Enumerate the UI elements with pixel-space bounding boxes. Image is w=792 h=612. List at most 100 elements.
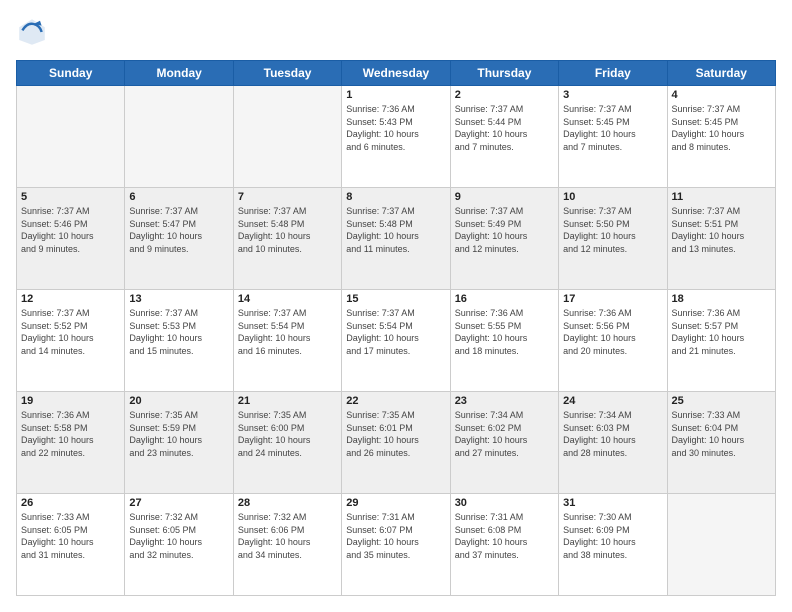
day-info: Sunrise: 7:35 AM Sunset: 6:00 PM Dayligh… (238, 409, 337, 459)
day-number: 23 (455, 395, 554, 407)
day-info: Sunrise: 7:37 AM Sunset: 5:54 PM Dayligh… (346, 307, 445, 357)
day-number: 16 (455, 293, 554, 305)
calendar-cell: 4 Sunrise: 7:37 AM Sunset: 5:45 PM Daylig… (667, 86, 775, 188)
day-number: 11 (672, 191, 771, 203)
day-info: Sunrise: 7:37 AM Sunset: 5:45 PM Dayligh… (563, 103, 662, 153)
day-number: 25 (672, 395, 771, 407)
calendar-cell: 1 Sunrise: 7:36 AM Sunset: 5:43 PM Daylig… (342, 86, 450, 188)
day-info: Sunrise: 7:37 AM Sunset: 5:52 PM Dayligh… (21, 307, 120, 357)
weekday-header-wednesday: Wednesday (342, 61, 450, 86)
day-number: 29 (346, 497, 445, 509)
weekday-header-thursday: Thursday (450, 61, 558, 86)
day-info: Sunrise: 7:37 AM Sunset: 5:47 PM Dayligh… (129, 205, 228, 255)
day-number: 7 (238, 191, 337, 203)
day-info: Sunrise: 7:36 AM Sunset: 5:56 PM Dayligh… (563, 307, 662, 357)
day-number: 6 (129, 191, 228, 203)
day-info: Sunrise: 7:37 AM Sunset: 5:49 PM Dayligh… (455, 205, 554, 255)
day-info: Sunrise: 7:36 AM Sunset: 5:43 PM Dayligh… (346, 103, 445, 153)
day-number: 14 (238, 293, 337, 305)
calendar-page: SundayMondayTuesdayWednesdayThursdayFrid… (0, 0, 792, 612)
week-row-4: 26 Sunrise: 7:33 AM Sunset: 6:05 PM Dayli… (17, 494, 776, 596)
calendar-cell: 25 Sunrise: 7:33 AM Sunset: 6:04 PM Dayli… (667, 392, 775, 494)
calendar-cell (233, 86, 341, 188)
day-number: 1 (346, 89, 445, 101)
day-info: Sunrise: 7:37 AM Sunset: 5:48 PM Dayligh… (346, 205, 445, 255)
day-number: 13 (129, 293, 228, 305)
calendar-cell: 19 Sunrise: 7:36 AM Sunset: 5:58 PM Dayli… (17, 392, 125, 494)
calendar-cell: 5 Sunrise: 7:37 AM Sunset: 5:46 PM Daylig… (17, 188, 125, 290)
calendar-cell: 26 Sunrise: 7:33 AM Sunset: 6:05 PM Dayli… (17, 494, 125, 596)
day-number: 2 (455, 89, 554, 101)
day-number: 27 (129, 497, 228, 509)
day-info: Sunrise: 7:37 AM Sunset: 5:54 PM Dayligh… (238, 307, 337, 357)
day-number: 22 (346, 395, 445, 407)
calendar-table: SundayMondayTuesdayWednesdayThursdayFrid… (16, 60, 776, 596)
day-info: Sunrise: 7:32 AM Sunset: 6:05 PM Dayligh… (129, 511, 228, 561)
week-row-3: 19 Sunrise: 7:36 AM Sunset: 5:58 PM Dayli… (17, 392, 776, 494)
header (16, 16, 776, 48)
calendar-cell: 24 Sunrise: 7:34 AM Sunset: 6:03 PM Dayli… (559, 392, 667, 494)
day-info: Sunrise: 7:35 AM Sunset: 6:01 PM Dayligh… (346, 409, 445, 459)
day-info: Sunrise: 7:36 AM Sunset: 5:57 PM Dayligh… (672, 307, 771, 357)
calendar-cell: 21 Sunrise: 7:35 AM Sunset: 6:00 PM Dayli… (233, 392, 341, 494)
week-row-0: 1 Sunrise: 7:36 AM Sunset: 5:43 PM Daylig… (17, 86, 776, 188)
day-info: Sunrise: 7:31 AM Sunset: 6:07 PM Dayligh… (346, 511, 445, 561)
day-number: 4 (672, 89, 771, 101)
day-number: 12 (21, 293, 120, 305)
day-info: Sunrise: 7:32 AM Sunset: 6:06 PM Dayligh… (238, 511, 337, 561)
day-number: 18 (672, 293, 771, 305)
weekday-header-row: SundayMondayTuesdayWednesdayThursdayFrid… (17, 61, 776, 86)
calendar-cell: 20 Sunrise: 7:35 AM Sunset: 5:59 PM Dayli… (125, 392, 233, 494)
calendar-cell: 10 Sunrise: 7:37 AM Sunset: 5:50 PM Dayli… (559, 188, 667, 290)
day-number: 24 (563, 395, 662, 407)
weekday-header-saturday: Saturday (667, 61, 775, 86)
day-info: Sunrise: 7:30 AM Sunset: 6:09 PM Dayligh… (563, 511, 662, 561)
week-row-2: 12 Sunrise: 7:37 AM Sunset: 5:52 PM Dayli… (17, 290, 776, 392)
day-number: 30 (455, 497, 554, 509)
day-info: Sunrise: 7:35 AM Sunset: 5:59 PM Dayligh… (129, 409, 228, 459)
day-info: Sunrise: 7:33 AM Sunset: 6:05 PM Dayligh… (21, 511, 120, 561)
calendar-cell: 16 Sunrise: 7:36 AM Sunset: 5:55 PM Dayli… (450, 290, 558, 392)
day-number: 31 (563, 497, 662, 509)
day-info: Sunrise: 7:36 AM Sunset: 5:55 PM Dayligh… (455, 307, 554, 357)
calendar-cell: 14 Sunrise: 7:37 AM Sunset: 5:54 PM Dayli… (233, 290, 341, 392)
calendar-cell (667, 494, 775, 596)
day-info: Sunrise: 7:34 AM Sunset: 6:02 PM Dayligh… (455, 409, 554, 459)
calendar-cell: 27 Sunrise: 7:32 AM Sunset: 6:05 PM Dayli… (125, 494, 233, 596)
day-info: Sunrise: 7:34 AM Sunset: 6:03 PM Dayligh… (563, 409, 662, 459)
calendar-cell: 7 Sunrise: 7:37 AM Sunset: 5:48 PM Daylig… (233, 188, 341, 290)
calendar-cell: 8 Sunrise: 7:37 AM Sunset: 5:48 PM Daylig… (342, 188, 450, 290)
weekday-header-friday: Friday (559, 61, 667, 86)
day-info: Sunrise: 7:37 AM Sunset: 5:45 PM Dayligh… (672, 103, 771, 153)
calendar-cell: 31 Sunrise: 7:30 AM Sunset: 6:09 PM Dayli… (559, 494, 667, 596)
day-info: Sunrise: 7:31 AM Sunset: 6:08 PM Dayligh… (455, 511, 554, 561)
day-number: 10 (563, 191, 662, 203)
day-number: 21 (238, 395, 337, 407)
day-number: 15 (346, 293, 445, 305)
calendar-cell: 18 Sunrise: 7:36 AM Sunset: 5:57 PM Dayli… (667, 290, 775, 392)
day-number: 28 (238, 497, 337, 509)
day-info: Sunrise: 7:36 AM Sunset: 5:58 PM Dayligh… (21, 409, 120, 459)
day-number: 26 (21, 497, 120, 509)
day-info: Sunrise: 7:33 AM Sunset: 6:04 PM Dayligh… (672, 409, 771, 459)
day-number: 19 (21, 395, 120, 407)
day-number: 20 (129, 395, 228, 407)
day-number: 9 (455, 191, 554, 203)
week-row-1: 5 Sunrise: 7:37 AM Sunset: 5:46 PM Daylig… (17, 188, 776, 290)
day-info: Sunrise: 7:37 AM Sunset: 5:50 PM Dayligh… (563, 205, 662, 255)
weekday-header-sunday: Sunday (17, 61, 125, 86)
calendar-cell: 6 Sunrise: 7:37 AM Sunset: 5:47 PM Daylig… (125, 188, 233, 290)
calendar-cell: 3Sunrise: 7:37 AM Sunset: 5:45 PM Daylig… (559, 86, 667, 188)
day-info: Sunrise: 7:37 AM Sunset: 5:44 PM Dayligh… (455, 103, 554, 153)
calendar-cell: 28 Sunrise: 7:32 AM Sunset: 6:06 PM Dayli… (233, 494, 341, 596)
day-number: 17 (563, 293, 662, 305)
day-info: Sunrise: 7:37 AM Sunset: 5:48 PM Dayligh… (238, 205, 337, 255)
logo-icon (16, 16, 48, 48)
calendar-cell: 12 Sunrise: 7:37 AM Sunset: 5:52 PM Dayli… (17, 290, 125, 392)
day-info: Sunrise: 7:37 AM Sunset: 5:46 PM Dayligh… (21, 205, 120, 255)
calendar-cell: 22 Sunrise: 7:35 AM Sunset: 6:01 PM Dayli… (342, 392, 450, 494)
calendar-cell: 11Sunrise: 7:37 AM Sunset: 5:51 PM Dayli… (667, 188, 775, 290)
day-number: 8 (346, 191, 445, 203)
day-number: 5 (21, 191, 120, 203)
logo (16, 16, 52, 48)
